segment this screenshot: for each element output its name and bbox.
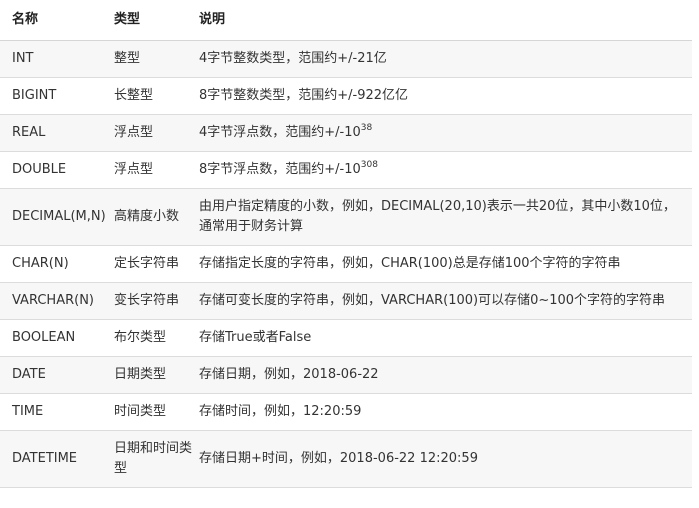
table-row: BOOLEAN 布尔类型 存储True或者False xyxy=(0,319,692,357)
type-name-cell: TIME xyxy=(0,393,111,431)
type-category-cell: 布尔类型 xyxy=(111,319,199,357)
type-description-cell: 存储True或者False xyxy=(199,319,692,357)
table-row: CHAR(N) 定长字符串 存储指定长度的字符串，例如，CHAR(100)总是存储1… xyxy=(0,245,692,283)
type-category-cell: 时间类型 xyxy=(111,393,199,431)
type-name-cell: CHAR(N) xyxy=(0,245,111,283)
type-name-cell: BOOLEAN xyxy=(0,319,111,357)
type-description-cell: 8字节整数类型，范围约+/-922亿亿 xyxy=(199,77,692,115)
table-header-row: 名称 类型 说明 xyxy=(0,0,692,41)
type-name-cell: DATE xyxy=(0,356,111,394)
data-types-table: 名称 类型 说明 INT 整型 4字节整数类型，范围约+/-21亿 BIGINT 长整型… xyxy=(0,0,692,488)
table-row: REAL 浮点型 4字节浮点数，范围约+/-1038 xyxy=(0,114,692,152)
type-category-cell: 浮点型 xyxy=(111,114,199,152)
description-text: 存储可变长度的字符串，例如，VARCHAR(100)可以存储0~100个字符的字… xyxy=(199,293,666,308)
type-description-cell: 存储指定长度的字符串，例如，CHAR(100)总是存储100个字符的字符串 xyxy=(199,245,692,283)
header-name: 名称 xyxy=(0,0,111,41)
type-category-cell: 变长字符串 xyxy=(111,282,199,320)
table-row: INT 整型 4字节整数类型，范围约+/-21亿 xyxy=(0,40,692,78)
table-row: VARCHAR(N) 变长字符串 存储可变长度的字符串，例如，VARCHAR(100… xyxy=(0,282,692,320)
type-category-cell: 日期和时间类型 xyxy=(111,430,199,488)
type-name-cell: INT xyxy=(0,40,111,78)
table-row: DATETIME 日期和时间类型 存储日期+时间，例如，2018-06-22 12:… xyxy=(0,430,692,488)
description-text: 8字节浮点数，范围约+/-10 xyxy=(199,162,361,177)
type-description-cell: 存储时间，例如，12:20:59 xyxy=(199,393,692,431)
type-description-cell: 存储日期，例如，2018-06-22 xyxy=(199,356,692,394)
type-category-cell: 定长字符串 xyxy=(111,245,199,283)
description-text: 由用户指定精度的小数，例如，DECIMAL(20,10)表示一共20位，其中小数… xyxy=(199,199,676,234)
description-text: 存储True或者False xyxy=(199,330,312,345)
type-name-cell: DECIMAL(M,N) xyxy=(0,188,111,246)
type-name-cell: REAL xyxy=(0,114,111,152)
type-name-cell: DATETIME xyxy=(0,430,111,488)
description-text: 存储时间，例如，12:20:59 xyxy=(199,404,362,419)
type-category-cell: 浮点型 xyxy=(111,151,199,189)
table-row: DOUBLE 浮点型 8字节浮点数，范围约+/-10308 xyxy=(0,151,692,189)
table-row: DATE 日期类型 存储日期，例如，2018-06-22 xyxy=(0,356,692,394)
table-row: TIME 时间类型 存储时间，例如，12:20:59 xyxy=(0,393,692,431)
type-name-cell: DOUBLE xyxy=(0,151,111,189)
type-description-cell: 8字节浮点数，范围约+/-10308 xyxy=(199,151,692,189)
table-row: DECIMAL(M,N) 高精度小数 由用户指定精度的小数，例如，DECIMAL(2… xyxy=(0,188,692,246)
description-text: 4字节整数类型，范围约+/-21亿 xyxy=(199,51,387,66)
description-text: 4字节浮点数，范围约+/-10 xyxy=(199,125,361,140)
exponent-superscript: 308 xyxy=(360,160,378,170)
exponent-superscript: 38 xyxy=(360,123,373,133)
type-category-cell: 整型 xyxy=(111,40,199,78)
table-row: BIGINT 长整型 8字节整数类型，范围约+/-922亿亿 xyxy=(0,77,692,115)
type-description-cell: 存储可变长度的字符串，例如，VARCHAR(100)可以存储0~100个字符的字… xyxy=(199,282,692,320)
description-text: 8字节整数类型，范围约+/-922亿亿 xyxy=(199,88,409,103)
description-text: 存储指定长度的字符串，例如，CHAR(100)总是存储100个字符的字符串 xyxy=(199,256,621,271)
description-text: 存储日期，例如，2018-06-22 xyxy=(199,367,379,382)
description-text: 存储日期+时间，例如，2018-06-22 12:20:59 xyxy=(199,451,478,466)
header-type: 类型 xyxy=(111,0,199,41)
type-category-cell: 日期类型 xyxy=(111,356,199,394)
type-description-cell: 由用户指定精度的小数，例如，DECIMAL(20,10)表示一共20位，其中小数… xyxy=(199,188,692,246)
type-description-cell: 存储日期+时间，例如，2018-06-22 12:20:59 xyxy=(199,430,692,488)
header-description: 说明 xyxy=(199,0,692,41)
type-name-cell: VARCHAR(N) xyxy=(0,282,111,320)
type-category-cell: 长整型 xyxy=(111,77,199,115)
type-name-cell: BIGINT xyxy=(0,77,111,115)
type-category-cell: 高精度小数 xyxy=(111,188,199,246)
type-description-cell: 4字节整数类型，范围约+/-21亿 xyxy=(199,40,692,78)
type-description-cell: 4字节浮点数，范围约+/-1038 xyxy=(199,114,692,152)
